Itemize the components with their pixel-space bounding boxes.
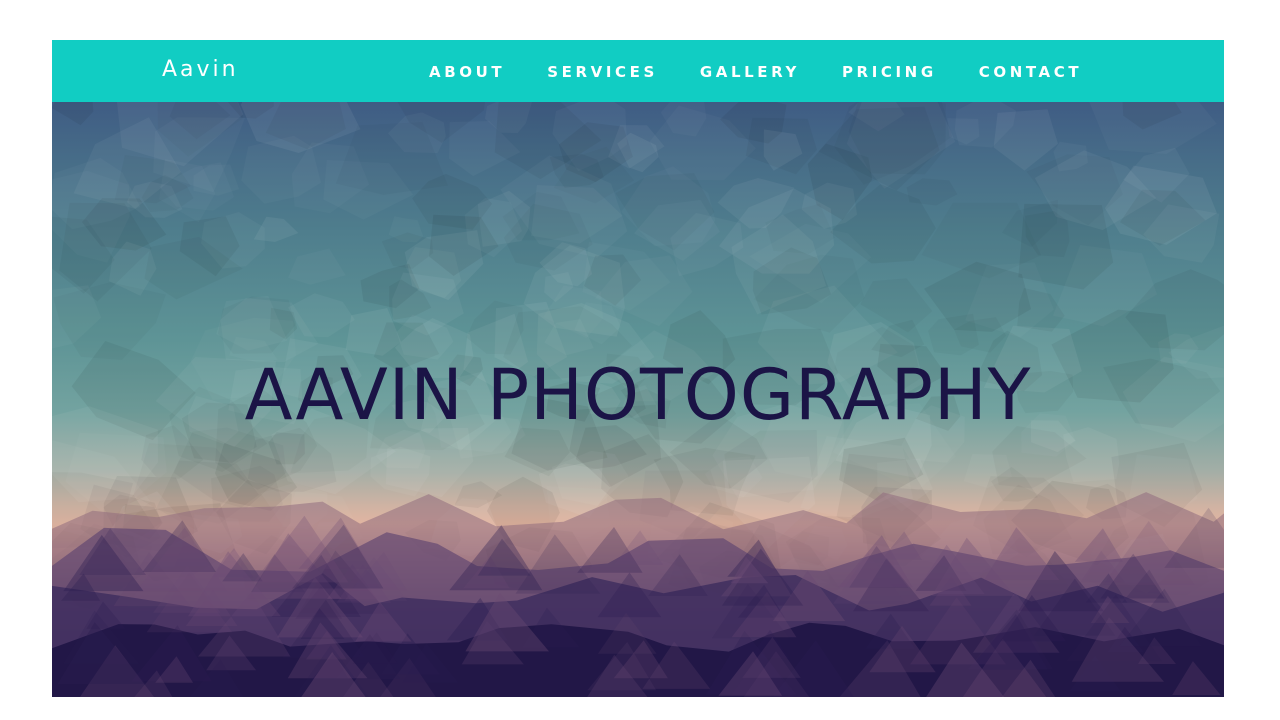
background-facet xyxy=(288,249,346,285)
nav-link-contact[interactable]: CONTACT xyxy=(979,63,1082,81)
nav-item-contact: CONTACT xyxy=(979,62,1082,81)
nav-link-pricing[interactable]: PRICING xyxy=(842,63,937,81)
nav-item-services: SERVICES xyxy=(547,62,658,81)
nav-link-gallery[interactable]: GALLERY xyxy=(700,63,800,81)
nav-menu: ABOUT SERVICES GALLERY PRICING CONTACT xyxy=(429,62,1124,81)
nav-item-about: ABOUT xyxy=(429,62,505,81)
hero-title: AAVIN PHOTOGRAPHY xyxy=(244,354,1032,436)
background-facet xyxy=(1084,102,1217,154)
page-frame: Aavin ABOUT SERVICES GALLERY PRICING CON… xyxy=(52,40,1224,697)
background-facet xyxy=(52,102,94,126)
hero-section: AAVIN PHOTOGRAPHY xyxy=(52,102,1224,697)
top-navbar: Aavin ABOUT SERVICES GALLERY PRICING CON… xyxy=(52,40,1224,102)
nav-item-pricing: PRICING xyxy=(842,62,937,81)
nav-link-services[interactable]: SERVICES xyxy=(547,63,658,81)
brand-logo-link[interactable]: Aavin xyxy=(162,57,239,82)
background-facet xyxy=(253,216,299,242)
nav-link-about[interactable]: ABOUT xyxy=(429,63,505,81)
nav-item-gallery: GALLERY xyxy=(700,62,800,81)
